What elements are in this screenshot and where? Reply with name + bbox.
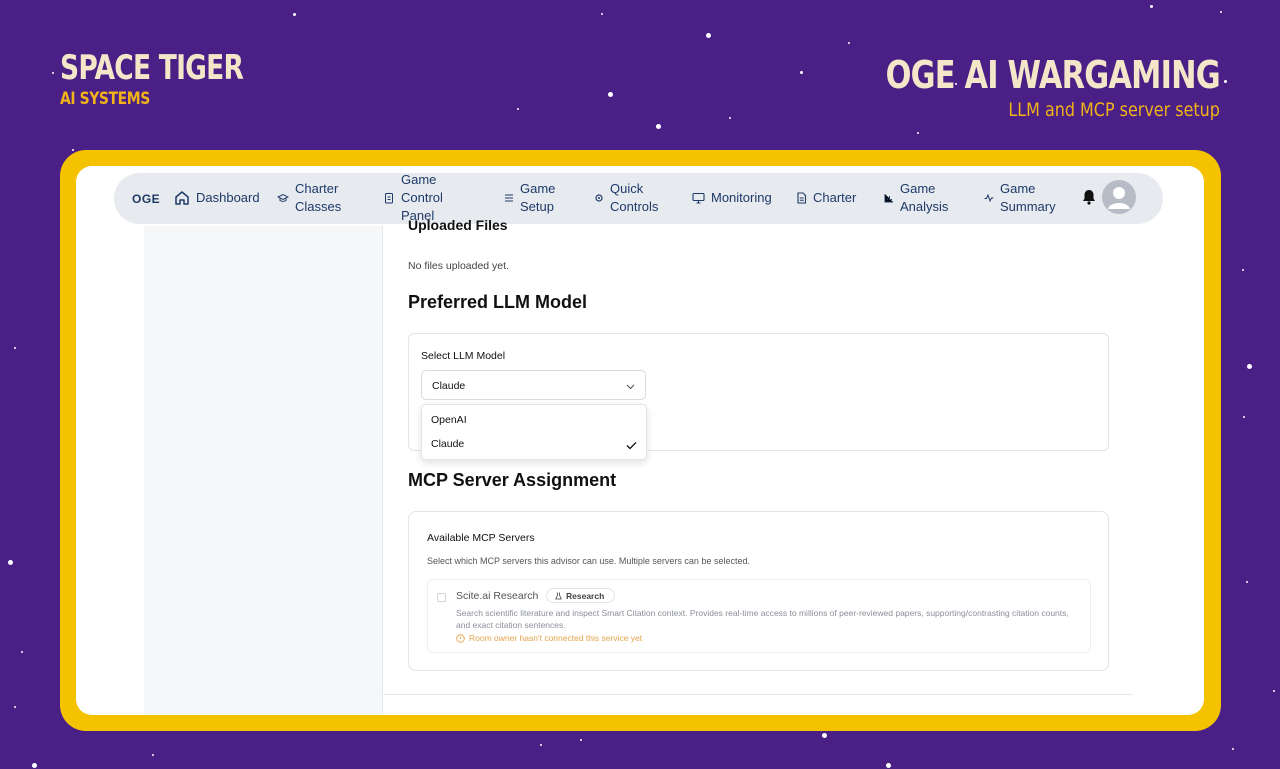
llm-model-dropdown: OpenAI Claude <box>421 404 647 460</box>
bell-icon[interactable] <box>1082 189 1096 210</box>
llm-selected-value: Claude <box>432 380 466 392</box>
llm-model-select[interactable]: Claude <box>421 370 646 400</box>
nav-item-dashboard[interactable]: Dashboard <box>174 189 260 207</box>
mcp-server-name: Scite.ai Research <box>456 590 539 602</box>
check-icon <box>626 437 637 455</box>
flask-icon <box>555 592 562 600</box>
mcp-server-item: Scite.ai Research Research Search scient… <box>427 579 1091 653</box>
nav-item-monitoring[interactable]: Monitoring <box>692 189 772 207</box>
bar-chart-icon <box>884 193 894 203</box>
uploaded-files-title: Uploaded Files <box>408 217 508 233</box>
gear-icon <box>594 193 604 203</box>
mcp-section-title: MCP Server Assignment <box>408 470 617 490</box>
hero-header: OGE AI WARGAMING LLM and MCP server setu… <box>802 52 1221 122</box>
nav-item-quick-controls[interactable]: Quick Controls <box>594 180 658 216</box>
nav-item-charter-classes[interactable]: Charter Classes <box>277 180 341 216</box>
monitor-icon <box>692 192 705 204</box>
mcp-card-description: Select which MCP servers this advisor ca… <box>427 556 750 566</box>
nav-logo[interactable]: OGE <box>132 192 176 206</box>
nav-label: Dashboard <box>196 190 260 205</box>
activity-icon <box>984 193 994 203</box>
home-icon <box>174 190 190 206</box>
llm-card: Select LLM Model Claude OpenAI Claude <box>408 333 1109 460</box>
mcp-server-checkbox[interactable] <box>437 593 446 602</box>
nav-item-game-summary[interactable]: Game Summary <box>984 180 1056 216</box>
nav-label: Charter <box>813 190 857 205</box>
nav-label: Game Summary <box>1000 181 1056 214</box>
avatar[interactable] <box>1102 180 1136 214</box>
info-circle-icon <box>456 633 465 643</box>
brand-tagline: AI SYSTEMS <box>60 89 150 109</box>
document-icon <box>796 192 807 204</box>
llm-select-label: Select LLM Model <box>421 350 506 362</box>
graduation-cap-icon <box>277 192 289 204</box>
uploaded-files-empty: No files uploaded yet. <box>408 260 509 272</box>
mcp-server-badge-label: Research <box>566 590 605 601</box>
nav-label: Game Analysis <box>900 181 949 214</box>
hero-subtitle: LLM and MCP server setup <box>1008 99 1220 121</box>
hero-title: OGE AI WARGAMING <box>885 53 1221 97</box>
divider <box>383 694 1133 695</box>
brand-name: SPACE TIGER <box>60 48 244 88</box>
mcp-card: Available MCP Servers Select which MCP s… <box>408 511 1109 671</box>
nav-label: Monitoring <box>711 190 772 205</box>
list-icon <box>504 193 514 203</box>
nav-item-game-analysis[interactable]: Game Analysis <box>884 180 948 216</box>
mcp-server-badge: Research <box>546 588 616 603</box>
mcp-card-title: Available MCP Servers <box>427 532 535 544</box>
clipboard-icon <box>384 192 395 204</box>
llm-option-claude[interactable]: Claude <box>431 438 464 450</box>
top-navigation: OGE Dashboard Charter Classes Game Contr… <box>114 172 1163 224</box>
llm-section-title: Preferred LLM Model <box>408 292 588 312</box>
nav-item-charter[interactable]: Charter <box>796 189 856 207</box>
sidebar <box>144 226 383 715</box>
mcp-server-warning-text: Room owner hasn't connected this service… <box>469 633 643 643</box>
nav-item-game-setup[interactable]: Game Setup <box>504 180 555 216</box>
app-window: OGE Dashboard Charter Classes Game Contr… <box>76 166 1204 715</box>
chevron-down-icon <box>626 381 635 393</box>
screenshot-frame: OGE Dashboard Charter Classes Game Contr… <box>60 150 1221 731</box>
mcp-server-description: Search scientific literature and inspect… <box>456 608 1069 630</box>
nav-label: Quick Controls <box>610 181 659 214</box>
llm-option-openai[interactable]: OpenAI <box>431 414 467 426</box>
nav-label: Game Setup <box>520 181 556 214</box>
brand-logo: SPACE TIGER AI SYSTEMS <box>60 48 295 110</box>
nav-label: Charter Classes <box>295 181 342 214</box>
mcp-server-warning: Room owner hasn't connected this service… <box>456 633 642 643</box>
